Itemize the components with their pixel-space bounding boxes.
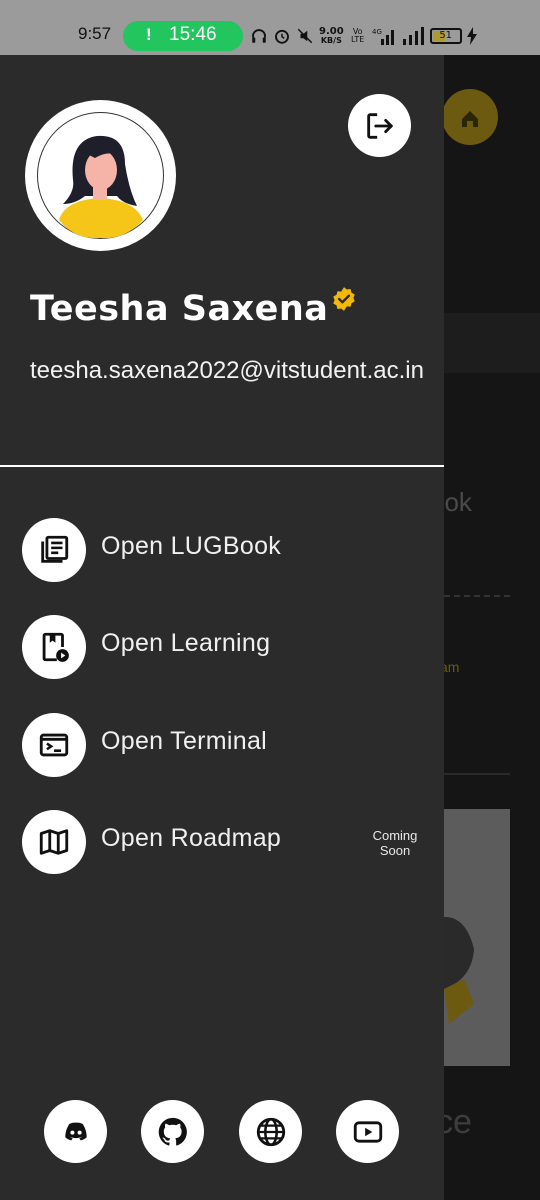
- menu-label: Open Roadmap: [101, 824, 282, 852]
- discord-icon: [64, 1122, 87, 1140]
- drawer-divider: [0, 465, 444, 467]
- home-button[interactable]: [442, 89, 498, 145]
- headphones-icon: [252, 29, 266, 43]
- call-timer: 15:46: [169, 24, 217, 45]
- menu-item-terminal[interactable]: Open Terminal: [22, 713, 432, 777]
- status-bar: 9:57 ! 15:46 9.00 KB/S Vo LTE 4G 51: [0, 0, 540, 55]
- logout-icon: [366, 112, 393, 139]
- menu-label: Open LUGBook: [101, 532, 282, 560]
- globe-icon: [256, 1117, 285, 1146]
- alarm-icon: [275, 29, 289, 44]
- menu-item-learning[interactable]: Open Learning: [22, 615, 432, 679]
- net-speed: 9.00 KB/S: [319, 26, 344, 46]
- status-icons: 9.00 KB/S Vo LTE 4G 51: [250, 25, 477, 47]
- discord-button[interactable]: [44, 1100, 107, 1163]
- profile-email: teesha.saxena2022@vitstudent.ac.in: [30, 357, 424, 384]
- menu-icon-circle: [22, 713, 86, 777]
- signal-4g-icon: 4G: [372, 28, 394, 45]
- website-button[interactable]: [239, 1100, 302, 1163]
- background-divider: [444, 595, 510, 597]
- avatar-illustration: [37, 112, 164, 239]
- menu-icon-circle: [22, 615, 86, 679]
- call-alert-icon: !: [146, 25, 152, 44]
- youtube-button[interactable]: [336, 1100, 399, 1163]
- signal-icon: [402, 27, 424, 45]
- background-card: [434, 809, 510, 1066]
- youtube-icon: [353, 1120, 382, 1143]
- navigation-drawer: Teesha Saxena teesha.saxena2022@vitstude…: [0, 55, 444, 1200]
- home-icon: [462, 111, 478, 127]
- charging-icon: [466, 27, 477, 45]
- background-divider: [444, 773, 510, 775]
- terminal-icon: [39, 733, 69, 757]
- call-timer-pill[interactable]: ! 15:46: [123, 21, 243, 51]
- menu-label: Open Terminal: [101, 727, 268, 755]
- svg-text:4G: 4G: [372, 28, 382, 36]
- mute-icon: [297, 28, 313, 44]
- background-illustration: [434, 917, 474, 1024]
- github-button[interactable]: [141, 1100, 204, 1163]
- battery-icon: 51: [429, 28, 462, 44]
- menu-label: Open Learning: [101, 629, 271, 657]
- github-icon: [158, 1117, 187, 1145]
- menu-icon-circle: [22, 810, 86, 874]
- menu-item-roadmap[interactable]: Open Roadmap Coming Soon: [22, 810, 432, 874]
- book-icon: [41, 535, 69, 563]
- status-time: 9:57: [78, 24, 112, 43]
- avatar[interactable]: [25, 100, 176, 251]
- map-icon: [39, 829, 69, 855]
- menu-icon-circle: [22, 518, 86, 582]
- learning-icon: [42, 632, 69, 662]
- volte-indicator: Vo LTE: [351, 27, 365, 44]
- profile-name: Teesha Saxena: [30, 289, 329, 329]
- logout-button[interactable]: [348, 94, 411, 157]
- verified-badge-icon: [333, 287, 355, 311]
- menu-item-lugbook[interactable]: Open LUGBook: [22, 518, 432, 582]
- coming-soon-badge: Coming Soon: [372, 828, 418, 858]
- background-band: [444, 313, 540, 373]
